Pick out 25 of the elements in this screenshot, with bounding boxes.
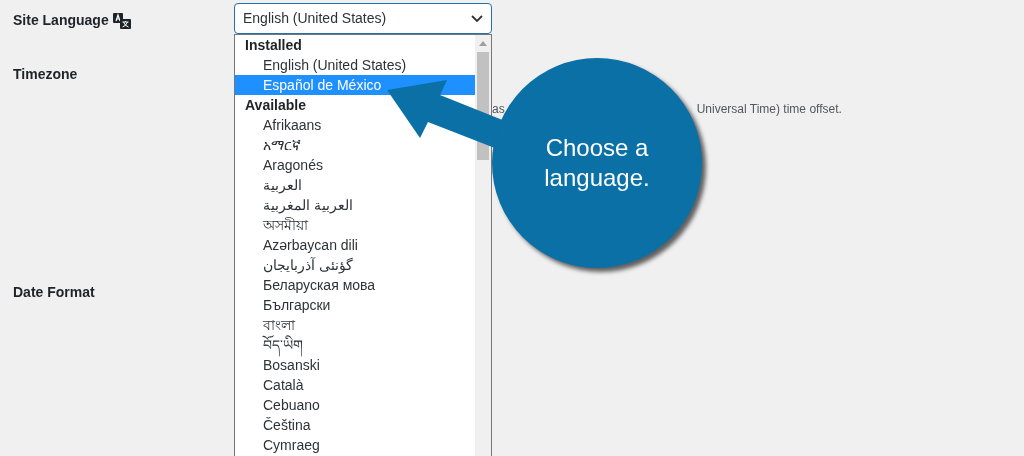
field-label: Date Format <box>13 283 95 302</box>
language-option[interactable]: བོད་ཡིག <box>263 335 303 355</box>
option-group-label: Installed <box>244 36 303 55</box>
language-option[interactable]: বাংলা <box>263 315 295 335</box>
language-select[interactable]: English (United States) <box>234 3 492 34</box>
language-option[interactable]: Беларуская мова <box>263 275 376 295</box>
language-option[interactable]: অসমীয়া <box>263 215 308 235</box>
language-option[interactable]: العربية المغربية <box>263 195 353 215</box>
language-option[interactable]: Afrikaans <box>263 115 322 135</box>
language-option[interactable]: Български <box>263 295 331 315</box>
option-group-label: Available <box>244 96 307 115</box>
language-option[interactable]: Aragonés <box>263 155 323 175</box>
language-option[interactable]: Cebuano <box>263 395 320 415</box>
field-label: Site Language <box>13 11 109 30</box>
language-option[interactable]: አማርኛ <box>263 135 301 155</box>
language-option[interactable]: Cymraeg <box>263 435 320 455</box>
description-text: as <box>492 101 505 118</box>
language-option[interactable]: Català <box>263 375 304 395</box>
language-option[interactable]: گؤنئی آذربایجان <box>263 255 353 275</box>
language-option[interactable]: English (United States) <box>263 55 407 75</box>
language-option[interactable]: Čeština <box>263 415 311 435</box>
language-option[interactable]: Azərbaycan dili <box>263 235 358 255</box>
language-option[interactable]: العربية <box>263 175 302 195</box>
description-text: Universal Time) time offset. <box>696 101 842 118</box>
field-label: Timezone <box>13 65 78 84</box>
